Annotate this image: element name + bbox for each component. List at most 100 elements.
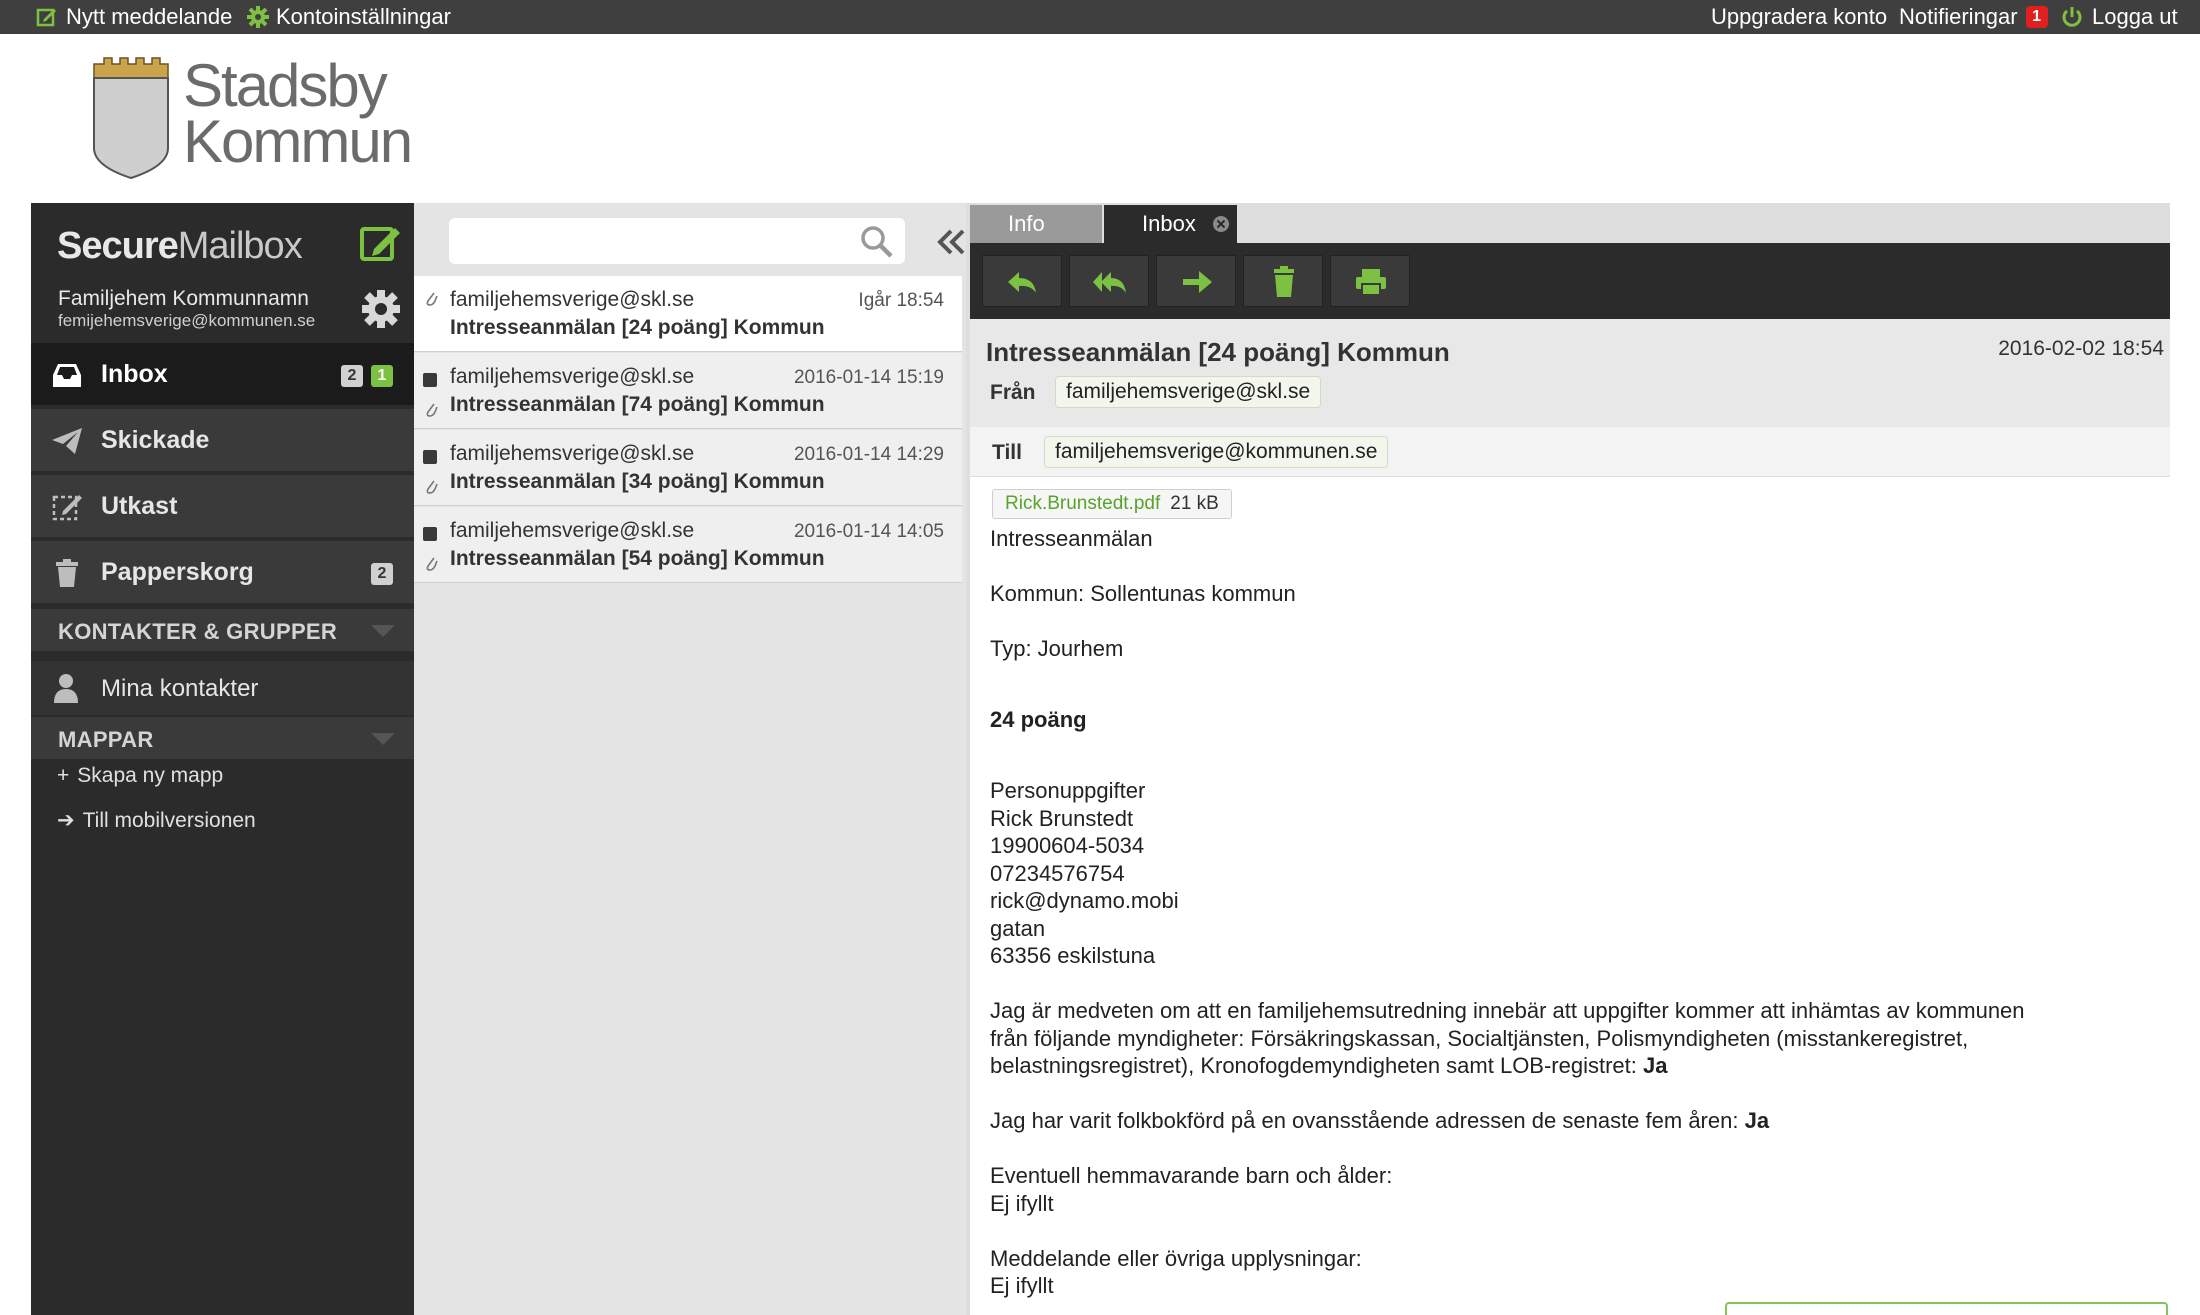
sidebar-item-sent[interactable]: Skickade (31, 409, 414, 473)
from-label: Från (990, 381, 1036, 404)
inbox-unread-badge: 1 (371, 365, 393, 387)
unread-marker-icon (423, 450, 437, 464)
municipality-crest-icon (93, 57, 169, 180)
body-line: från följande myndigheter: Försäkringska… (990, 1025, 1969, 1051)
upgrade-account-link[interactable]: Uppgradera konto (1711, 0, 1887, 34)
to-row: Till familjehemsverige@kommunen.se (970, 427, 2170, 477)
sidebar-item-my-contacts[interactable]: Mina kontakter (31, 661, 414, 715)
body-line: rick@dynamo.mobi (990, 888, 1179, 913)
mobile-version-label: Till mobilversionen (82, 809, 256, 832)
message-date: 2016-01-14 14:05 (793, 521, 944, 542)
body-score: 24 poäng (990, 707, 1087, 732)
compose-icon[interactable] (359, 221, 403, 265)
message-sender: familjehemsverige@skl.se (450, 442, 695, 465)
mail-header: Intresseanmälan [24 poäng] Kommun 2016-0… (970, 319, 2170, 427)
chevron-down-icon (371, 625, 395, 637)
delete-button[interactable] (1243, 255, 1323, 307)
logout-label: Logga ut (2092, 4, 2178, 29)
brand-logo: SecureMailbox (57, 225, 303, 268)
sidebar-item-label: Utkast (101, 491, 178, 520)
body-line: Typ: Jourhem (990, 636, 1124, 661)
body-line: 19900604-5034 (990, 833, 1145, 858)
bottom-panel-edge (1725, 1302, 2168, 1315)
mail-subject: Intresseanmälan [24 poäng] Kommun (986, 337, 1450, 367)
tab-info-label: Info (1008, 211, 1045, 236)
body-line: Rick Brunstedt (990, 805, 1134, 831)
inbox-total-badge: 2 (341, 365, 363, 387)
user-name: Familjehem Kommunnamn (58, 287, 309, 310)
paperclip-icon (426, 480, 438, 494)
notifications-link[interactable]: Notifieringar 1 (1899, 0, 2048, 34)
draft-icon (52, 495, 82, 521)
folders-section-title: MAPPAR (58, 727, 154, 752)
gear-icon (247, 6, 269, 28)
body-line: Personuppgifter (990, 778, 1146, 803)
printer-icon (1356, 269, 1386, 296)
paperclip-icon (426, 292, 438, 306)
reply-icon (1008, 272, 1036, 293)
body-line: Intresseanmälan (990, 526, 1153, 551)
message-subject: Intresseanmälan [54 poäng] Kommun (450, 547, 825, 570)
reply-all-button[interactable] (1069, 255, 1149, 307)
message-date: Igår 18:54 (858, 290, 944, 311)
body-line: 07234576754 (990, 860, 1125, 886)
search-icon[interactable] (860, 225, 894, 259)
power-icon (2062, 7, 2082, 27)
close-icon[interactable] (1212, 215, 1230, 233)
forward-icon (1183, 271, 1212, 293)
mobile-version-link[interactable]: ➔ Till mobilversionen (57, 808, 256, 833)
sidebar-item-label: Skickade (101, 425, 210, 454)
logout-link[interactable]: Logga ut (2060, 0, 2178, 34)
search-input[interactable] (449, 218, 905, 264)
list-item[interactable]: familjehemsverige@skl.se 2016-01-14 14:0… (414, 507, 962, 583)
reply-button[interactable] (982, 255, 1062, 307)
create-folder-label: Skapa ny mapp (77, 764, 224, 787)
gear-icon[interactable] (359, 287, 403, 331)
account-settings-label: Kontoinställningar (276, 4, 451, 29)
attachment-name[interactable]: Rick.Brunstedt.pdf (1005, 493, 1160, 514)
print-button[interactable] (1330, 255, 1410, 307)
tab-info[interactable]: Info (970, 205, 1102, 243)
contacts-section-title: KONTAKTER & GRUPPER (58, 619, 338, 644)
notifications-badge: 1 (2025, 6, 2048, 28)
account-settings-link[interactable]: Kontoinställningar (246, 0, 451, 34)
message-list-pane: familjehemsverige@skl.se Igår 18:54 Intr… (414, 203, 966, 1315)
notifications-label: Notifieringar (1899, 4, 2018, 29)
logo-line2: Kommun (183, 108, 413, 175)
folders-section-header[interactable]: MAPPAR (31, 717, 414, 759)
message-subject: Intresseanmälan [74 poäng] Kommun (450, 393, 825, 416)
body-line: Ej ifyllt (990, 1273, 1054, 1298)
trash-icon (56, 559, 78, 587)
list-item[interactable]: familjehemsverige@skl.se 2016-01-14 14:2… (414, 430, 962, 506)
attachment-chip[interactable]: Rick.Brunstedt.pdf 21 kB (992, 489, 1232, 519)
brand-part2: Mailbox (177, 225, 303, 267)
list-item[interactable]: familjehemsverige@skl.se Igår 18:54 Intr… (414, 276, 962, 352)
sidebar-item-inbox[interactable]: Inbox 2 1 (31, 343, 414, 407)
my-contacts-label: Mina kontakter (101, 675, 259, 702)
body-line: 63356 eskilstuna (990, 943, 1156, 968)
body-line: Jag är medveten om att en familjehemsutr… (990, 998, 2025, 1023)
new-message-label: Nytt meddelande (66, 4, 233, 29)
create-folder-link[interactable]: + Skapa ny mapp (57, 764, 223, 788)
message-subject: Intresseanmälan [24 poäng] Kommun (450, 316, 825, 339)
compose-icon (36, 8, 56, 27)
contacts-section-header[interactable]: KONTAKTER & GRUPPER (31, 609, 414, 651)
sidebar-item-trash[interactable]: Papperskorg 2 (31, 541, 414, 605)
sidebar-item-drafts[interactable]: Utkast (31, 475, 414, 539)
body-line: Jag har varit folkbokförd på en ovansstå… (990, 1108, 1745, 1133)
from-address-chip[interactable]: familjehemsverige@skl.se (1055, 376, 1322, 408)
collapse-double-chevron-icon[interactable] (934, 225, 968, 259)
trash-icon (1274, 266, 1294, 297)
list-item[interactable]: familjehemsverige@skl.se 2016-01-14 15:1… (414, 353, 962, 429)
message-date: 2016-01-14 15:19 (793, 367, 944, 388)
to-address-chip[interactable]: familjehemsverige@kommunen.se (1044, 436, 1389, 468)
plus-icon: + (57, 764, 70, 787)
person-icon (54, 674, 78, 703)
message-sender: familjehemsverige@skl.se (450, 365, 695, 388)
forward-button[interactable] (1156, 255, 1236, 307)
body-line: belastningsregistret), Kronofogdemyndigh… (990, 1053, 1643, 1078)
mail-toolbar (970, 243, 2170, 319)
body-line-compound: Jag har varit folkbokförd på en ovansstå… (990, 1107, 2160, 1135)
inbox-icon (53, 364, 81, 387)
new-message-link[interactable]: Nytt meddelande (36, 0, 232, 34)
